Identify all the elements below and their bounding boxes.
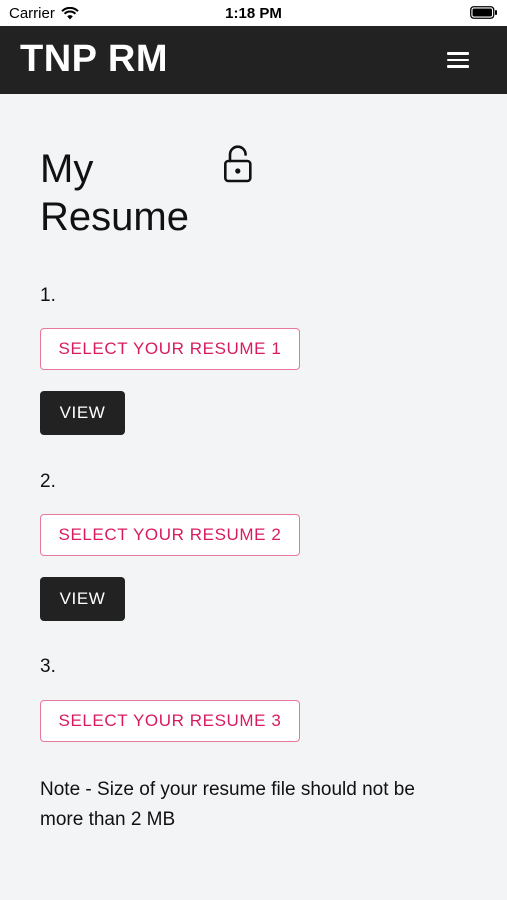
select-resume-2-button[interactable]: SELECT YOUR RESUME 2 (40, 514, 300, 556)
resume-number-1: 1. (40, 285, 56, 306)
resume-number-2: 2. (40, 471, 56, 492)
resume-number-3: 3. (40, 656, 56, 677)
select-resume-3-button[interactable]: SELECT YOUR RESUME 3 (40, 700, 300, 742)
select-resume-1-button[interactable]: SELECT YOUR RESUME 1 (40, 328, 300, 370)
hamburger-menu-icon[interactable] (447, 52, 469, 68)
battery-icon (470, 6, 498, 23)
view-resume-1-button[interactable]: VIEW (40, 391, 125, 435)
app-bar: TNP RM (0, 26, 507, 94)
unlock-icon (223, 145, 252, 183)
status-bar: Carrier 1:18 PM (0, 0, 507, 26)
file-size-note: Note - Size of your resume file should n… (40, 779, 415, 830)
view-resume-2-button[interactable]: VIEW (40, 577, 125, 621)
app-title: TNP RM (20, 38, 168, 80)
status-time: 1:18 PM (225, 5, 282, 22)
page-title: My Resume (40, 147, 189, 239)
